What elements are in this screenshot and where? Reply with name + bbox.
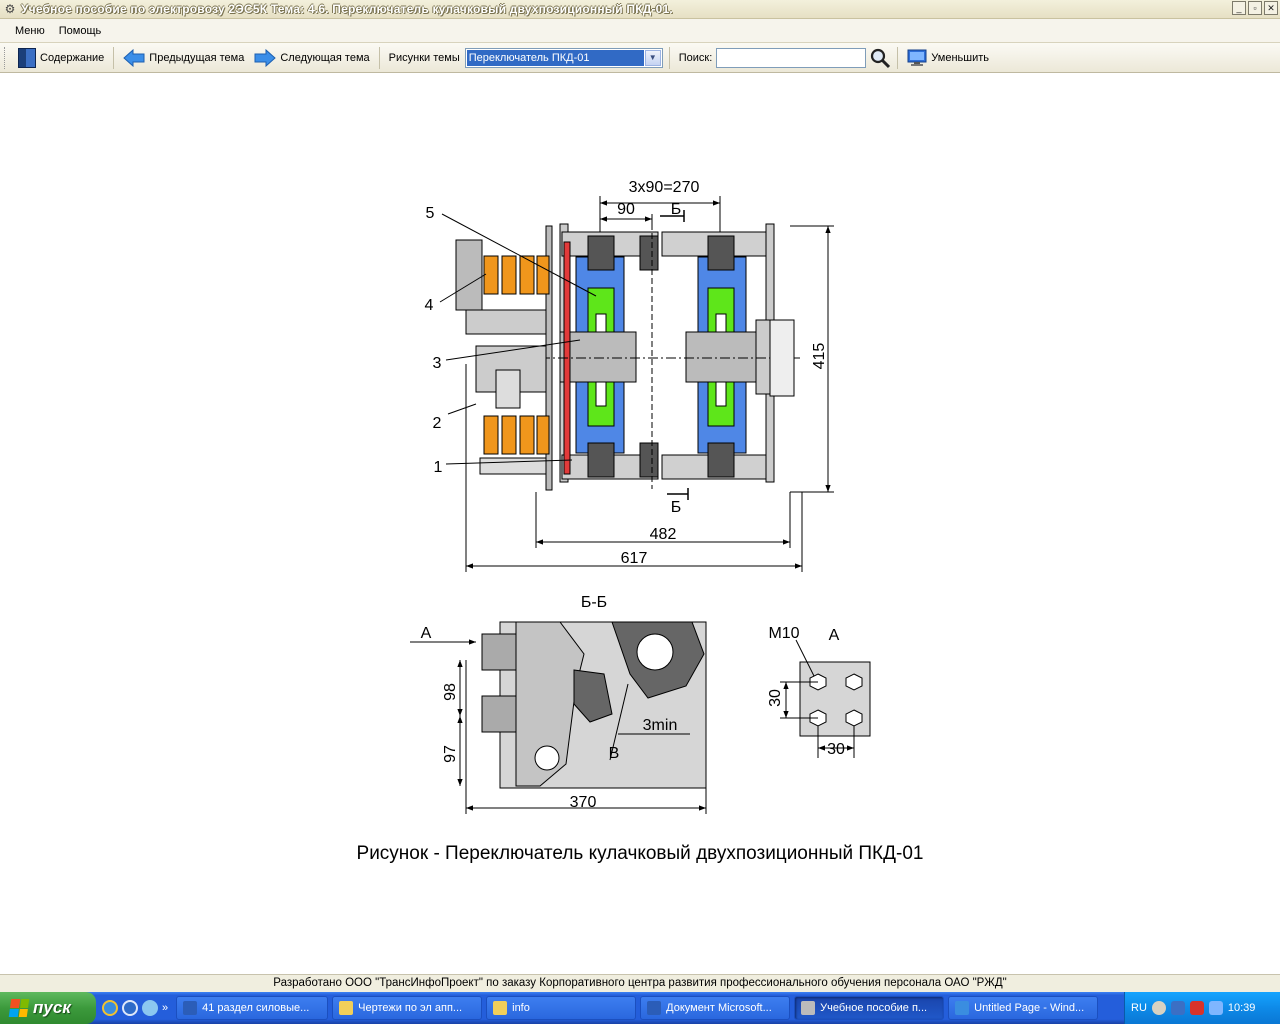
ie-icon[interactable] bbox=[102, 1000, 118, 1016]
chevron-left-icon[interactable] bbox=[1151, 1001, 1166, 1015]
ie-tray-icon[interactable] bbox=[1208, 1001, 1223, 1015]
desktop-icon[interactable] bbox=[142, 1000, 158, 1016]
main-view bbox=[439, 196, 834, 572]
section-mark-bottom: Б bbox=[671, 499, 682, 516]
chevron-down-icon[interactable]: ▼ bbox=[644, 49, 661, 66]
zoom-out-button[interactable]: Уменьшить bbox=[902, 46, 994, 70]
view-a-arrow-label: А bbox=[421, 625, 432, 642]
view-a-title: А bbox=[829, 627, 840, 644]
figures-select-value: Переключатель ПКД-01 bbox=[466, 49, 644, 66]
minimize-button[interactable]: _ bbox=[1232, 1, 1246, 15]
menu-item-help[interactable]: Помощь bbox=[52, 25, 109, 37]
start-label: пуск bbox=[33, 998, 71, 1017]
toolbar: Содержание Предыдущая тема Следующая тем… bbox=[0, 42, 1280, 73]
dim-30-horizontal-label: 30 bbox=[827, 741, 845, 758]
taskbar-item[interactable]: Untitled Page - Wind... bbox=[948, 996, 1099, 1020]
book-icon bbox=[18, 47, 36, 68]
taskbar-item-label: Учебное пособие п... bbox=[820, 1002, 928, 1014]
taskbar-item[interactable]: Чертежи по эл апп... bbox=[332, 996, 483, 1020]
window-title: Учебное пособие по электровозу 2ЭС5К Тем… bbox=[21, 2, 673, 16]
technical-drawing: 3х90=270 90 Б Б 415 482 617 5 4 3 2 1 Б-… bbox=[410, 179, 871, 814]
dim-415-label: 415 bbox=[811, 343, 828, 370]
next-topic-label: Следующая тема bbox=[280, 51, 370, 64]
chevron-right-icon[interactable]: » bbox=[162, 1002, 168, 1014]
taskbar-item-label: Untitled Page - Wind... bbox=[974, 1002, 1085, 1014]
network-icon[interactable] bbox=[1170, 1001, 1185, 1015]
footer-credits: Разработано ООО "ТрансИнфоПроект" по зак… bbox=[0, 974, 1280, 992]
view-a bbox=[780, 639, 871, 758]
toolbar-separator bbox=[668, 46, 670, 69]
close-button[interactable]: ✕ bbox=[1264, 1, 1278, 15]
prev-topic-label: Предыдущая тема bbox=[149, 51, 245, 64]
word-icon bbox=[183, 1001, 198, 1015]
dim-97-label: 97 bbox=[442, 745, 459, 763]
taskbar: пуск » 41 раздел силовые... Чертежи по э… bbox=[0, 992, 1280, 1024]
ie-icon bbox=[955, 1001, 970, 1015]
figures-select[interactable]: Переключатель ПКД-01 ▼ bbox=[464, 47, 663, 68]
taskbar-item-label: info bbox=[512, 1002, 530, 1014]
toolbar-separator bbox=[378, 46, 380, 69]
folder-icon bbox=[339, 1001, 354, 1015]
system-tray: RU 10:39 bbox=[1124, 992, 1280, 1024]
dim-482-label: 482 bbox=[650, 526, 677, 543]
taskbar-item[interactable]: 41 раздел силовые... bbox=[176, 996, 329, 1020]
toolbar-separator bbox=[897, 46, 899, 69]
figure-caption: Рисунок - Переключатель кулачковый двухп… bbox=[356, 843, 924, 864]
taskbar-item-active[interactable]: Учебное пособие п... bbox=[794, 996, 945, 1020]
search-input[interactable] bbox=[716, 47, 867, 68]
windows-flag-icon bbox=[8, 999, 30, 1017]
prev-topic-button[interactable]: Предыдущая тема bbox=[118, 46, 249, 70]
dim-90-label: 90 bbox=[617, 201, 635, 218]
callout-2: 2 bbox=[433, 415, 442, 432]
media-player-icon[interactable] bbox=[122, 1000, 138, 1016]
search-label-text: Поиск: bbox=[678, 51, 713, 64]
antivirus-icon[interactable] bbox=[1189, 1001, 1204, 1015]
next-topic-button[interactable]: Следующая тема bbox=[249, 46, 374, 70]
dim-98-label: 98 bbox=[442, 683, 459, 701]
mark-v-label: В bbox=[609, 745, 620, 762]
gear-icon bbox=[801, 1001, 816, 1015]
monitor-icon bbox=[907, 49, 927, 66]
dim-370-label: 370 bbox=[570, 794, 597, 811]
callout-5: 5 bbox=[426, 205, 435, 222]
search-label: Поиск: bbox=[674, 46, 713, 70]
zoom-out-label: Уменьшить bbox=[931, 51, 989, 64]
dim-top-label: 3х90=270 bbox=[629, 179, 700, 196]
callout-3: 3 bbox=[433, 355, 442, 372]
dim-617-label: 617 bbox=[621, 550, 648, 567]
thread-label: М10 bbox=[768, 625, 799, 642]
dim-30-vertical-label: 30 bbox=[767, 689, 784, 707]
taskbar-item-label: 41 раздел силовые... bbox=[202, 1002, 310, 1014]
section-mark-top: Б bbox=[671, 201, 682, 218]
start-button[interactable]: пуск bbox=[0, 992, 96, 1024]
callout-4: 4 bbox=[425, 297, 434, 314]
figures-label: Рисунки темы bbox=[384, 46, 465, 70]
folder-icon bbox=[493, 1001, 508, 1015]
taskbar-item-label: Документ Microsoft... bbox=[666, 1002, 772, 1014]
taskbar-item[interactable]: Документ Microsoft... bbox=[640, 996, 791, 1020]
menu-item-menu[interactable]: Меню bbox=[8, 25, 52, 37]
clock: 10:39 bbox=[1227, 1002, 1256, 1014]
title-bar: ⚙ Учебное пособие по электровозу 2ЭС5К Т… bbox=[0, 0, 1280, 19]
section-title: Б-Б bbox=[581, 594, 607, 611]
menu-bar: Меню Помощь bbox=[0, 19, 1280, 42]
gear-icon: ⚙ bbox=[4, 2, 16, 16]
toolbar-separator bbox=[113, 46, 115, 69]
callout-1: 1 bbox=[434, 459, 443, 476]
quick-launch: » bbox=[96, 992, 174, 1024]
taskbar-item-label: Чертежи по эл апп... bbox=[358, 1002, 463, 1014]
content-area: 3х90=270 90 Б Б 415 482 617 5 4 3 2 1 Б-… bbox=[0, 74, 1280, 974]
toolbar-grip[interactable] bbox=[4, 46, 7, 69]
contents-label: Содержание bbox=[40, 51, 105, 64]
taskbar-item[interactable]: info bbox=[486, 996, 637, 1020]
arrow-left-icon bbox=[123, 48, 145, 67]
word-icon bbox=[647, 1001, 662, 1015]
figures-label-text: Рисунки темы bbox=[388, 51, 460, 64]
arrow-right-icon bbox=[254, 48, 277, 67]
search-icon[interactable] bbox=[869, 47, 891, 69]
language-indicator[interactable]: RU bbox=[1131, 1002, 1147, 1014]
contents-button[interactable]: Содержание bbox=[13, 46, 109, 70]
maximize-button[interactable]: ▫ bbox=[1248, 1, 1262, 15]
dim-3min-label: 3min bbox=[643, 717, 678, 734]
